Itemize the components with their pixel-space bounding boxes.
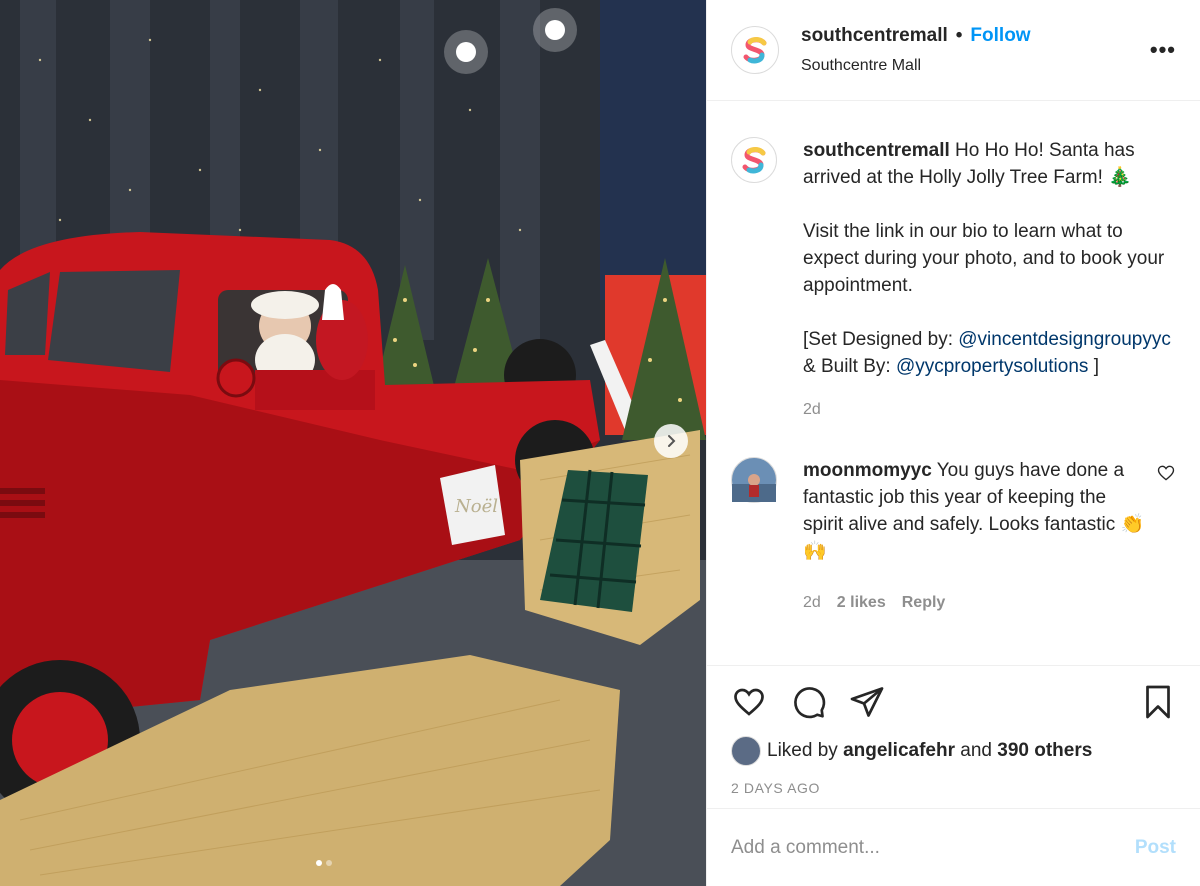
post-comment-button[interactable]: Post — [1135, 837, 1176, 859]
person-avatar-icon — [732, 474, 776, 502]
caption-credits-middle: & Built By: — [803, 356, 891, 377]
comment-like-heart-icon[interactable] — [1156, 463, 1176, 483]
post-author-username[interactable]: southcentremall — [801, 25, 948, 47]
svg-text:Noël: Noël — [454, 496, 498, 517]
comment-item: moonmomyyc You guys have done a fantasti… — [731, 457, 1176, 616]
post-date[interactable]: 2 DAYS AGO — [731, 780, 1176, 796]
bookmark-icon[interactable] — [1140, 684, 1176, 720]
comment-icon[interactable] — [791, 684, 827, 720]
post-actions: Liked by angelicafehr and 390 others 2 D… — [707, 665, 1200, 808]
caption-credits-prefix: [Set Designed by: — [803, 329, 953, 350]
caption-credits: [Set Designed by: @vincentdesigngroupyyc… — [803, 326, 1176, 380]
liker-avatar[interactable] — [731, 736, 761, 766]
carousel-next-button[interactable] — [654, 424, 688, 458]
add-comment-bar: Post — [707, 808, 1200, 886]
caption-age[interactable]: 2d — [803, 396, 821, 423]
more-options-icon[interactable]: ••• — [1150, 37, 1176, 63]
post-location[interactable]: Southcentre Mall — [801, 57, 1150, 75]
liker-username[interactable]: angelicafehr — [843, 740, 955, 762]
carousel-dot — [316, 860, 322, 866]
share-icon[interactable] — [849, 684, 885, 720]
likes-summary: Liked by angelicafehr and 390 others — [731, 736, 1176, 766]
profile-avatar[interactable] — [731, 26, 779, 74]
caption-avatar[interactable] — [731, 137, 777, 183]
likes-middle: and — [960, 740, 992, 761]
follow-button[interactable]: Follow — [970, 25, 1030, 47]
southcentre-logo-icon — [743, 37, 767, 64]
carousel-indicator — [316, 860, 332, 866]
likes-prefix: Liked by — [767, 740, 838, 761]
carousel-dot — [326, 860, 332, 866]
likes-others[interactable]: 390 others — [997, 740, 1092, 762]
caption-credits-suffix: ] — [1093, 356, 1099, 377]
comment-username[interactable]: moonmomyyc — [803, 460, 932, 481]
caption-text-line2: Visit the link in our bio to learn what … — [803, 221, 1165, 296]
heart-icon[interactable] — [731, 684, 767, 720]
caption-username[interactable]: southcentremall — [803, 140, 950, 161]
post-details-panel: southcentremall • Follow Southcentre Mal… — [706, 0, 1200, 886]
mention-link[interactable]: @vincentdesigngroupyyc — [958, 329, 1171, 350]
commenter-avatar[interactable] — [731, 457, 777, 503]
santa-truck-photo: Noël — [0, 0, 706, 886]
comment-likes[interactable]: 2 likes — [837, 589, 886, 616]
post-photo[interactable]: Noël — [0, 0, 706, 886]
reply-button[interactable]: Reply — [902, 589, 946, 616]
comments-section: southcentremall Ho Ho Ho! Santa has arri… — [707, 101, 1200, 666]
mention-link[interactable]: @yycpropertysolutions — [896, 356, 1088, 377]
comment-input[interactable] — [731, 836, 1135, 859]
post-header: southcentremall • Follow Southcentre Mal… — [707, 0, 1200, 101]
comment-age[interactable]: 2d — [803, 589, 821, 616]
separator-dot: • — [955, 25, 963, 46]
chevron-right-icon — [668, 435, 676, 447]
caption: southcentremall Ho Ho Ho! Santa has arri… — [731, 137, 1176, 423]
southcentre-logo-icon — [742, 147, 766, 174]
